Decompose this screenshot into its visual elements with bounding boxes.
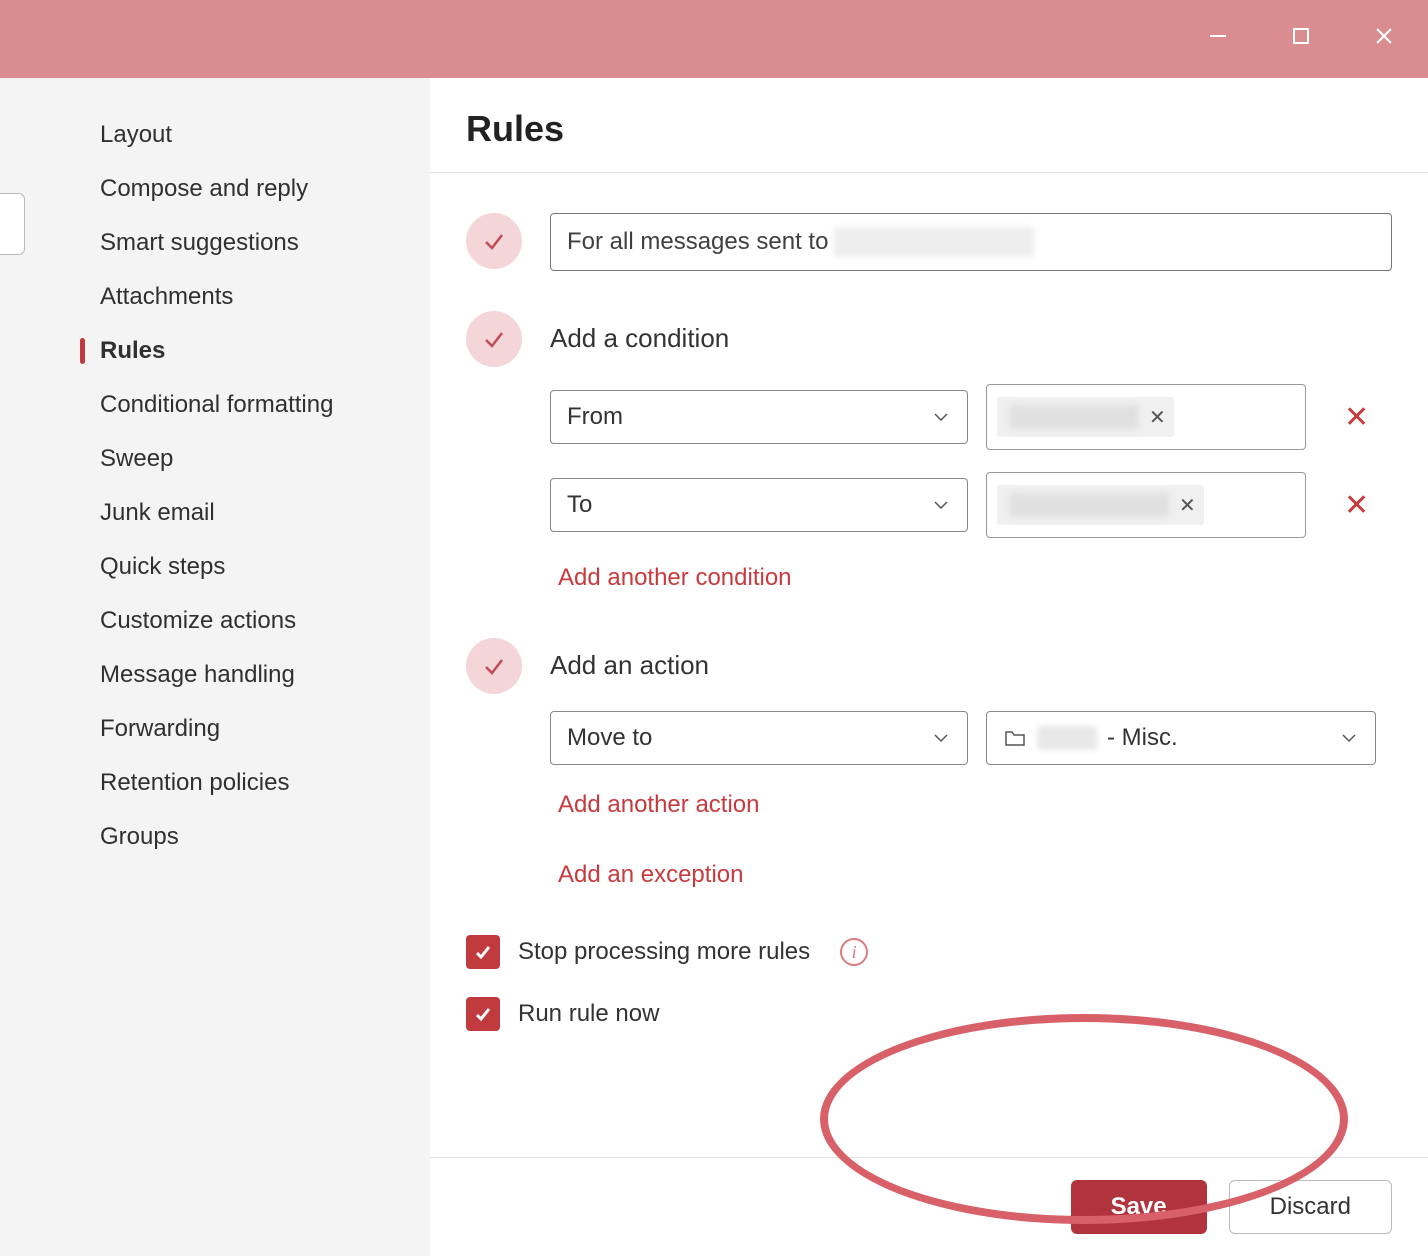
recipient-chip: ✕ (997, 485, 1204, 525)
rule-name-input[interactable]: For all messages sent to (550, 213, 1392, 271)
sidebar-item-retention-policies[interactable]: Retention policies (80, 756, 430, 810)
dropdown-label: Move to (567, 724, 652, 752)
page-title: Rules (466, 108, 1392, 150)
recipient-chip: ✕ (997, 397, 1174, 437)
redacted-text (1037, 726, 1097, 750)
add-exception-link[interactable]: Add an exception (558, 861, 1392, 889)
rule-name-prefix-text: For all messages sent to (567, 228, 828, 256)
content-area: Layout Compose and reply Smart suggestio… (0, 78, 1428, 1256)
settings-sidebar: Layout Compose and reply Smart suggestio… (0, 78, 430, 1256)
action-type-dropdown[interactable]: Move to (550, 711, 968, 765)
step-check-icon (466, 311, 522, 367)
sidebar-item-junk-email[interactable]: Junk email (80, 486, 430, 540)
condition-title: Add a condition (550, 323, 1392, 354)
redacted-chip-text (1009, 493, 1169, 517)
condition-field-dropdown-from[interactable]: From (550, 390, 968, 444)
sidebar-item-compose-and-reply[interactable]: Compose and reply (80, 162, 430, 216)
chip-remove-icon[interactable]: ✕ (1179, 493, 1196, 518)
sidebar-item-smart-suggestions[interactable]: Smart suggestions (80, 216, 430, 270)
discard-button[interactable]: Discard (1229, 1180, 1392, 1234)
remove-condition-button[interactable]: ✕ (1344, 488, 1369, 523)
add-action-link[interactable]: Add another action (558, 791, 1392, 819)
save-button[interactable]: Save (1071, 1180, 1207, 1234)
sidebar-item-quick-steps[interactable]: Quick steps (80, 540, 430, 594)
chevron-down-icon (931, 495, 951, 515)
close-window-button[interactable] (1370, 22, 1398, 50)
stop-processing-checkbox[interactable] (466, 935, 500, 969)
condition-value-input-to[interactable]: ✕ (986, 472, 1306, 538)
rule-editor-body: For all messages sent to Add a condition… (430, 173, 1428, 1157)
redacted-text (834, 227, 1034, 257)
redacted-chip-text (1009, 405, 1139, 429)
sidebar-item-message-handling[interactable]: Message handling (80, 648, 430, 702)
action-title: Add an action (550, 650, 1392, 681)
sidebar-item-groups[interactable]: Groups (80, 810, 430, 864)
dropdown-label: From (567, 403, 623, 431)
rule-options: Stop processing more rules i Run rule no… (466, 935, 1392, 1031)
truncated-panel-edge (0, 193, 25, 255)
main-header: Rules (430, 78, 1428, 173)
info-icon[interactable]: i (840, 938, 868, 966)
sidebar-item-customize-actions[interactable]: Customize actions (80, 594, 430, 648)
chip-remove-icon[interactable]: ✕ (1149, 405, 1166, 430)
condition-row-to: To ✕ ✕ (550, 472, 1392, 538)
condition-field-dropdown-to[interactable]: To (550, 478, 968, 532)
sidebar-item-sweep[interactable]: Sweep (80, 432, 430, 486)
folder-name-suffix: - Misc. (1107, 724, 1178, 752)
sidebar-item-layout[interactable]: Layout (80, 108, 430, 162)
chevron-down-icon (1339, 728, 1359, 748)
minimize-button[interactable] (1204, 22, 1232, 50)
action-row: Move to - Misc. (550, 711, 1392, 765)
stop-processing-label: Stop processing more rules (518, 938, 810, 966)
sidebar-item-conditional-formatting[interactable]: Conditional formatting (80, 378, 430, 432)
run-rule-now-checkbox[interactable] (466, 997, 500, 1031)
condition-section: Add a condition From ✕ ✕ (466, 311, 1392, 598)
condition-value-input-from[interactable]: ✕ (986, 384, 1306, 450)
sidebar-item-rules[interactable]: Rules (80, 324, 430, 378)
dropdown-label: To (567, 491, 592, 519)
condition-row-from: From ✕ ✕ (550, 384, 1392, 450)
step-check-icon (466, 638, 522, 694)
main-panel: Rules For all messages sent to Add a (430, 78, 1428, 1256)
add-condition-link[interactable]: Add another condition (558, 564, 1392, 592)
sidebar-item-forwarding[interactable]: Forwarding (80, 702, 430, 756)
chevron-down-icon (931, 728, 951, 748)
sidebar-item-attachments[interactable]: Attachments (80, 270, 430, 324)
footer-buttons: Save Discard (430, 1157, 1428, 1256)
rule-name-row: For all messages sent to (466, 213, 1392, 271)
chevron-down-icon (931, 407, 951, 427)
run-rule-now-checkbox-row: Run rule now (466, 997, 1392, 1031)
maximize-button[interactable] (1287, 22, 1315, 50)
folder-icon (1003, 726, 1027, 750)
run-rule-now-label: Run rule now (518, 1000, 659, 1028)
titlebar (0, 0, 1428, 78)
remove-condition-button[interactable]: ✕ (1344, 400, 1369, 435)
action-section: Add an action Move to - Misc. (466, 638, 1392, 895)
stop-processing-checkbox-row: Stop processing more rules i (466, 935, 1392, 969)
action-folder-dropdown[interactable]: - Misc. (986, 711, 1376, 765)
step-check-icon (466, 213, 522, 269)
